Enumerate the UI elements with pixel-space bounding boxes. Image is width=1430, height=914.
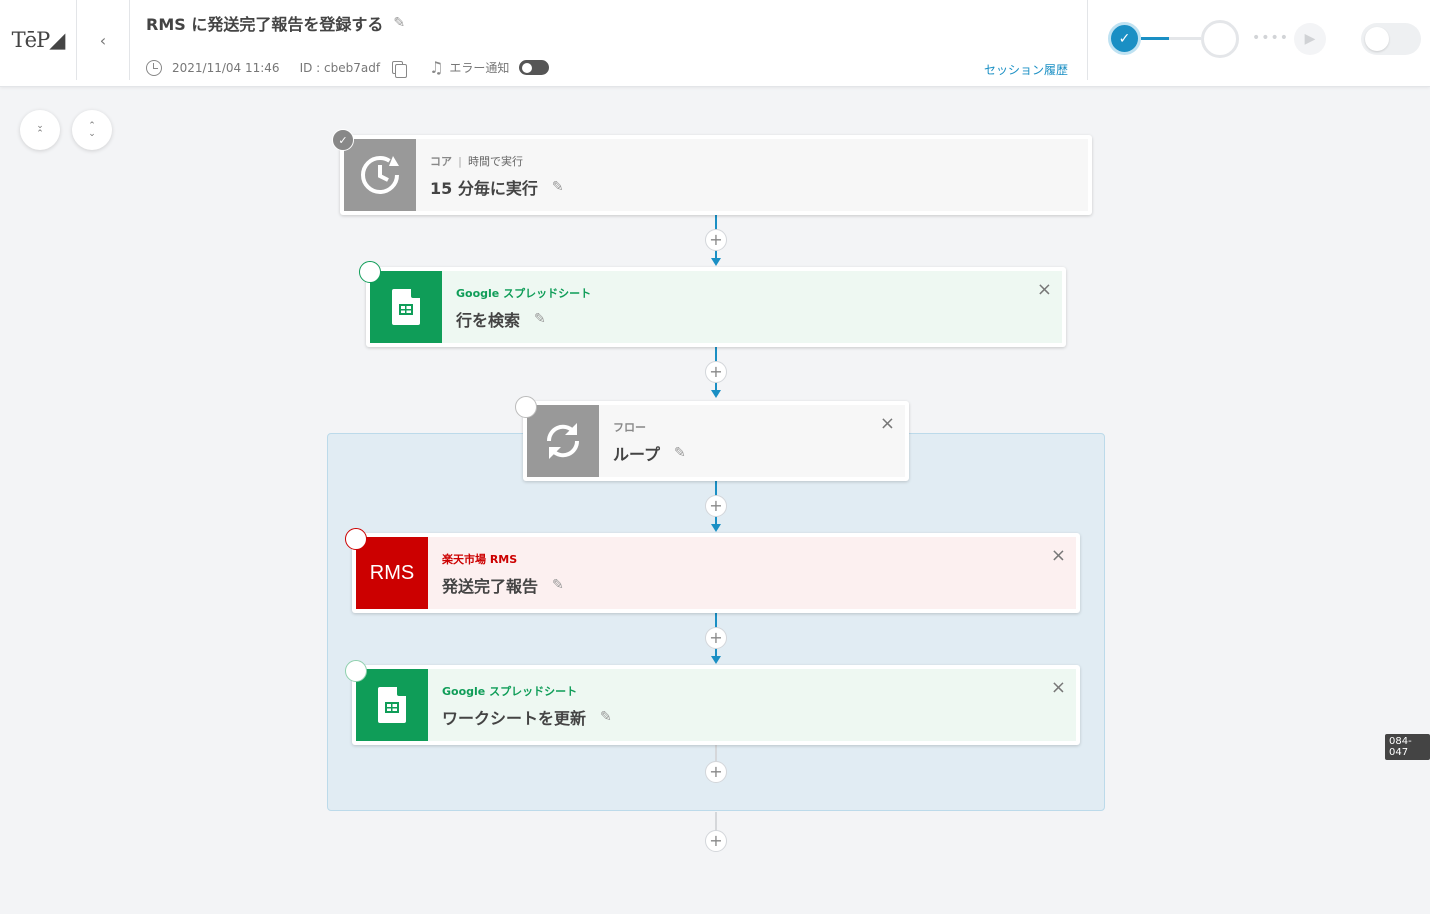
edit-step-icon[interactable]: ✎ bbox=[552, 577, 564, 593]
edit-step-icon[interactable]: ✎ bbox=[600, 709, 612, 725]
flow-meta: 2021/11/04 11:46 ID : cbeb7adf ♫ エラー通知 bbox=[146, 58, 550, 78]
step-node-loop[interactable]: フロー ループ ✎ × bbox=[515, 396, 909, 481]
top-header: TēP◢ ‹ RMS に発送完了報告を登録する ✎ 2021/11/04 11:… bbox=[0, 0, 1430, 87]
step-node-sheets-search[interactable]: Google スプレッドシート 行を検索 ✎ × bbox=[359, 261, 1066, 347]
edit-title-icon[interactable]: ✎ bbox=[393, 15, 405, 31]
flow-status-area: ✓ •••• ▶ bbox=[1087, 0, 1430, 80]
add-step-button[interactable]: + bbox=[705, 761, 727, 783]
step-action: 15 分毎に実行 ✎ bbox=[430, 179, 564, 198]
flow-title: RMS に発送完了報告を登録する ✎ bbox=[146, 11, 405, 35]
connector-arrow bbox=[711, 390, 721, 398]
check-icon: ✓ bbox=[1108, 22, 1141, 55]
flow-id: ID : cbeb7adf bbox=[299, 60, 381, 75]
step-node-trigger[interactable]: コア | 時間で実行 15 分毎に実行 ✎ ✓ bbox=[332, 129, 1092, 215]
edit-step-icon[interactable]: ✎ bbox=[674, 445, 686, 461]
flow-enable-toggle[interactable] bbox=[1361, 23, 1421, 55]
corner-badge: 084-047 bbox=[1385, 734, 1430, 760]
connector-arrow bbox=[711, 524, 721, 532]
delete-step-button[interactable]: × bbox=[1051, 677, 1066, 698]
step-action: 行を検索 ✎ bbox=[456, 311, 546, 330]
flow-title-text: RMS に発送完了報告を登録する bbox=[146, 15, 384, 34]
bell-icon: ♫ bbox=[429, 58, 444, 77]
delete-step-button[interactable]: × bbox=[1051, 545, 1066, 566]
step-status-indicator bbox=[345, 528, 367, 550]
error-notify-toggle[interactable] bbox=[519, 60, 550, 75]
google-sheets-icon bbox=[370, 271, 442, 343]
add-step-button[interactable]: + bbox=[705, 229, 727, 251]
clock-icon bbox=[146, 59, 162, 76]
collapse-all-button[interactable]: ⌄ ⌃ bbox=[20, 110, 60, 150]
status-dots: •••• bbox=[1252, 30, 1290, 46]
step-status-indicator bbox=[359, 261, 381, 283]
step-status-indicator bbox=[345, 660, 367, 682]
play-icon[interactable]: ▶ bbox=[1294, 23, 1326, 55]
error-notify-label: エラー通知 bbox=[449, 61, 510, 75]
connector-arrow bbox=[711, 258, 721, 266]
add-step-button[interactable]: + bbox=[705, 495, 727, 517]
add-step-button[interactable]: + bbox=[705, 830, 727, 852]
step-body: Google スプレッドシート 行を検索 ✎ × bbox=[442, 271, 1062, 343]
expand-all-button[interactable]: ⌃ ⌄ bbox=[72, 110, 112, 150]
google-sheets-icon bbox=[356, 669, 428, 741]
step-action: 発送完了報告 ✎ bbox=[442, 577, 564, 596]
add-step-button[interactable]: + bbox=[705, 627, 727, 649]
delete-step-button[interactable]: × bbox=[880, 413, 895, 434]
add-step-button[interactable]: + bbox=[705, 361, 727, 383]
session-history-link[interactable]: セッション履歴 bbox=[984, 61, 1068, 78]
step-service: コア | 時間で実行 bbox=[430, 155, 524, 168]
step-body: フロー ループ ✎ × bbox=[599, 405, 905, 477]
edit-step-icon[interactable]: ✎ bbox=[552, 179, 564, 195]
back-button[interactable]: ‹ bbox=[77, 0, 130, 80]
step-action: ループ ✎ bbox=[613, 445, 686, 464]
step-body: 楽天市場 RMS 発送完了報告 ✎ × bbox=[428, 537, 1076, 609]
step-node-rms[interactable]: RMS 楽天市場 RMS 発送完了報告 ✎ × bbox=[345, 528, 1080, 613]
step-body: Google スプレッドシート ワークシートを更新 ✎ × bbox=[428, 669, 1076, 741]
step-action: ワークシートを更新 ✎ bbox=[442, 709, 612, 728]
loop-icon bbox=[527, 405, 599, 477]
step-done-icon: ✓ bbox=[332, 129, 354, 151]
connector-arrow bbox=[711, 656, 721, 664]
step-body: コア | 時間で実行 15 分毎に実行 ✎ bbox=[416, 139, 1088, 211]
copy-id-icon[interactable] bbox=[392, 61, 408, 78]
step-service: 楽天市場 RMS bbox=[442, 553, 518, 566]
status-progress-line bbox=[1141, 37, 1169, 40]
step-node-sheets-update[interactable]: Google スプレッドシート ワークシートを更新 ✎ × bbox=[345, 660, 1080, 745]
rms-icon: RMS bbox=[356, 537, 428, 609]
step-status-indicator bbox=[515, 396, 537, 418]
clock-refresh-icon bbox=[344, 139, 416, 211]
tepa-logo[interactable]: TēP◢ bbox=[0, 0, 77, 80]
step-service: Google スプレッドシート bbox=[442, 685, 578, 698]
updated-datetime: 2021/11/04 11:46 bbox=[172, 60, 280, 75]
step-service: フロー bbox=[613, 421, 646, 434]
status-step-circle bbox=[1201, 20, 1239, 58]
step-service: Google スプレッドシート bbox=[456, 287, 592, 300]
status-line bbox=[1169, 37, 1201, 40]
edit-step-icon[interactable]: ✎ bbox=[534, 311, 546, 327]
delete-step-button[interactable]: × bbox=[1037, 279, 1052, 300]
